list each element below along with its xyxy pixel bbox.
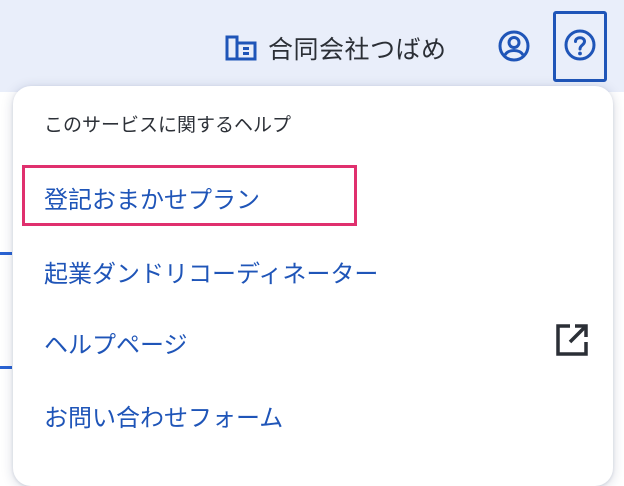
company-name: 合同会社つばめ	[268, 35, 447, 64]
menu-item-contact-form[interactable]: お問い合わせフォーム	[44, 398, 283, 433]
company-building-icon	[224, 33, 258, 63]
menu-item-registration-plan[interactable]: 登記おまかせプラン	[44, 180, 260, 215]
background-page-fragment	[0, 252, 12, 255]
account-button[interactable]	[494, 28, 534, 68]
background-page-fragment	[0, 366, 12, 369]
help-menu: このサービスに関するヘルプ 登記おまかせプラン 起業ダンドリコーディネーター ヘ…	[13, 86, 613, 486]
app-header: 合同会社つばめ	[0, 0, 624, 92]
company-switcher[interactable]: 合同会社つばめ	[224, 28, 447, 68]
help-button[interactable]	[553, 11, 607, 82]
menu-heading: このサービスに関するヘルプ	[44, 114, 292, 136]
account-circle-icon	[497, 29, 531, 67]
menu-item-help-page[interactable]: ヘルプページ	[44, 325, 188, 360]
menu-item-startup-coordinator[interactable]: 起業ダンドリコーディネーター	[44, 254, 378, 289]
open-in-new-icon[interactable]	[553, 321, 591, 359]
help-circle-icon	[563, 28, 597, 66]
